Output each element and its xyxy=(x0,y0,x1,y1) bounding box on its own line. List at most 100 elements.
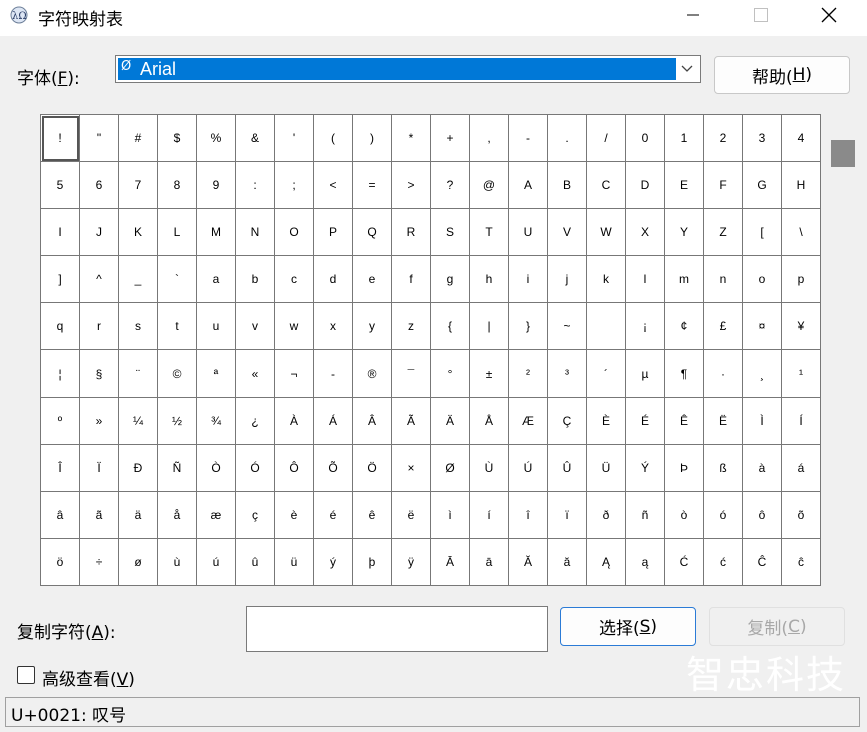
char-cell[interactable]: ° xyxy=(431,350,470,398)
char-cell[interactable] xyxy=(587,303,626,351)
char-cell[interactable]: ´ xyxy=(587,350,626,398)
char-cell[interactable]: ï xyxy=(548,491,587,539)
font-dropdown[interactable]: Ø Arial xyxy=(115,55,701,83)
char-cell[interactable]: ` xyxy=(158,256,197,304)
char-cell[interactable]: S xyxy=(431,209,470,257)
char-cell[interactable]: ò xyxy=(665,491,704,539)
copy-button[interactable]: 复制(C) xyxy=(709,607,845,646)
char-cell[interactable]: ê xyxy=(353,491,392,539)
char-cell[interactable]: ! xyxy=(41,115,80,163)
char-cell[interactable]: © xyxy=(158,350,197,398)
char-cell[interactable]: ² xyxy=(509,350,548,398)
char-cell[interactable]: b xyxy=(236,256,275,304)
char-cell[interactable]: ^ xyxy=(80,256,119,304)
char-cell[interactable]: 2 xyxy=(704,115,743,163)
char-cell[interactable]: O xyxy=(275,209,314,257)
char-cell[interactable]: o xyxy=(743,256,782,304)
char-cell[interactable]: D xyxy=(626,162,665,210)
char-cell[interactable]: Þ xyxy=(665,444,704,492)
char-cell[interactable]: Ñ xyxy=(158,444,197,492)
char-cell[interactable]: æ xyxy=(197,491,236,539)
char-cell[interactable]: ¯ xyxy=(392,350,431,398)
char-cell[interactable]: Ù xyxy=(470,444,509,492)
char-cell[interactable]: Ì xyxy=(743,397,782,445)
char-cell[interactable]: ì xyxy=(431,491,470,539)
char-cell[interactable]: H xyxy=(782,162,821,210)
char-cell[interactable]: > xyxy=(392,162,431,210)
char-cell[interactable]: Ë xyxy=(704,397,743,445)
char-cell[interactable]: N xyxy=(236,209,275,257)
char-cell[interactable]: @ xyxy=(470,162,509,210)
char-cell[interactable]: A xyxy=(509,162,548,210)
char-cell[interactable]: 4 xyxy=(782,115,821,163)
char-cell[interactable]: T xyxy=(470,209,509,257)
char-cell[interactable]: ³ xyxy=(548,350,587,398)
char-cell[interactable]: Z xyxy=(704,209,743,257)
char-cell[interactable]: Å xyxy=(470,397,509,445)
char-cell[interactable]: : xyxy=(236,162,275,210)
char-cell[interactable]: g xyxy=(431,256,470,304)
char-cell[interactable]: µ xyxy=(626,350,665,398)
char-cell[interactable]: ¡ xyxy=(626,303,665,351)
char-cell[interactable]: 8 xyxy=(158,162,197,210)
char-cell[interactable]: â xyxy=(41,491,80,539)
char-cell[interactable]: 5 xyxy=(41,162,80,210)
char-cell[interactable]: ý xyxy=(314,538,353,586)
char-cell[interactable]: í xyxy=(470,491,509,539)
char-cell[interactable]: ¨ xyxy=(119,350,158,398)
char-cell[interactable]: , xyxy=(470,115,509,163)
char-cell[interactable]: l xyxy=(626,256,665,304)
char-cell[interactable]: n xyxy=(704,256,743,304)
char-cell[interactable]: | xyxy=(470,303,509,351)
char-cell[interactable]: ½ xyxy=(158,397,197,445)
char-cell[interactable]: ô xyxy=(743,491,782,539)
char-cell[interactable]: à xyxy=(743,444,782,492)
char-cell[interactable]: Ã xyxy=(392,397,431,445)
char-cell[interactable]: Ā xyxy=(431,538,470,586)
char-cell[interactable]: C xyxy=(587,162,626,210)
char-cell[interactable]: 3 xyxy=(743,115,782,163)
char-cell[interactable]: ë xyxy=(392,491,431,539)
close-button[interactable] xyxy=(801,0,857,30)
char-cell[interactable]: ; xyxy=(275,162,314,210)
char-cell[interactable]: Â xyxy=(353,397,392,445)
copy-characters-input[interactable] xyxy=(246,606,548,652)
char-cell[interactable]: y xyxy=(353,303,392,351)
char-cell[interactable]: Ï xyxy=(80,444,119,492)
char-cell[interactable]: ñ xyxy=(626,491,665,539)
char-cell[interactable]: L xyxy=(158,209,197,257)
char-cell[interactable]: K xyxy=(119,209,158,257)
char-cell[interactable]: / xyxy=(587,115,626,163)
char-cell[interactable]: ĉ xyxy=(782,538,821,586)
char-cell[interactable]: Ò xyxy=(197,444,236,492)
char-cell[interactable]: Á xyxy=(314,397,353,445)
char-cell[interactable]: h xyxy=(470,256,509,304)
char-cell[interactable]: I xyxy=(41,209,80,257)
char-cell[interactable]: ð xyxy=(587,491,626,539)
char-cell[interactable]: Ö xyxy=(353,444,392,492)
char-cell[interactable]: ¬ xyxy=(275,350,314,398)
char-cell[interactable]: ® xyxy=(353,350,392,398)
char-cell[interactable]: P xyxy=(314,209,353,257)
char-cell[interactable]: ? xyxy=(431,162,470,210)
scrollbar-thumb[interactable] xyxy=(831,140,855,167)
char-cell[interactable]: = xyxy=(353,162,392,210)
char-cell[interactable]: è xyxy=(275,491,314,539)
char-cell[interactable]: Ü xyxy=(587,444,626,492)
char-cell[interactable]: \ xyxy=(782,209,821,257)
help-button[interactable]: 帮助(H) xyxy=(714,56,850,94)
char-cell[interactable]: ¦ xyxy=(41,350,80,398)
char-cell[interactable]: § xyxy=(80,350,119,398)
char-cell[interactable]: ¾ xyxy=(197,397,236,445)
char-cell[interactable]: ą xyxy=(626,538,665,586)
char-cell[interactable]: c xyxy=(275,256,314,304)
char-cell[interactable]: u xyxy=(197,303,236,351)
char-cell[interactable]: t xyxy=(158,303,197,351)
char-cell[interactable]: ¤ xyxy=(743,303,782,351)
char-cell[interactable]: Õ xyxy=(314,444,353,492)
char-cell[interactable]: Ó xyxy=(236,444,275,492)
char-cell[interactable]: ( xyxy=(314,115,353,163)
char-cell[interactable]: Y xyxy=(665,209,704,257)
char-cell[interactable]: × xyxy=(392,444,431,492)
char-cell[interactable]: ü xyxy=(275,538,314,586)
